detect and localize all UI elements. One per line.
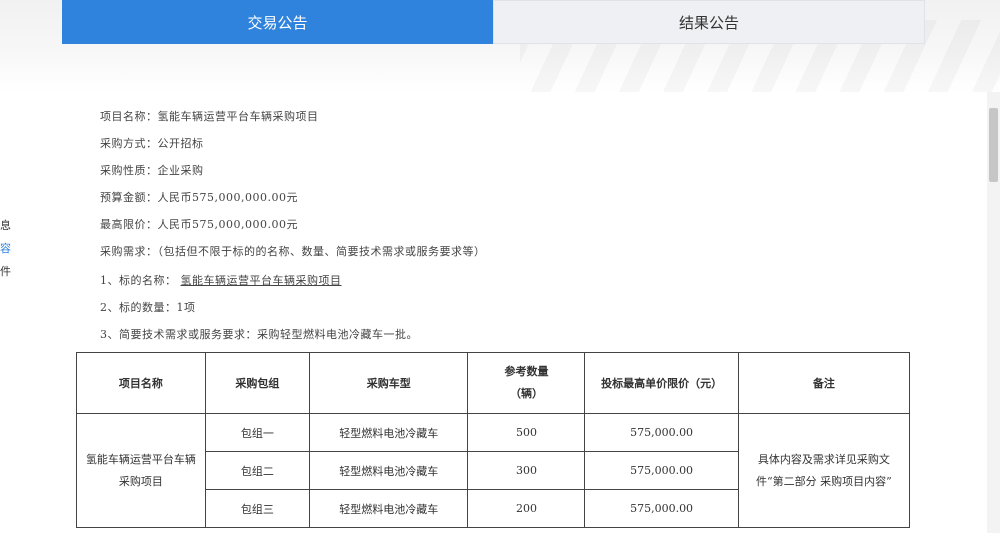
cell-price: 575,000.00	[584, 489, 739, 528]
side-nav-item-attachment[interactable]: 件	[0, 260, 14, 283]
header-quantity-line1: 参考数量	[504, 365, 549, 378]
header-remark: 备注	[737, 352, 911, 414]
table-row: 氢能车辆运营平台车辆采购项目 包组一 轻型燃料电池冷藏车 500 575,000…	[76, 413, 911, 528]
announcement-content: 项目名称：氢能车辆运营平台车辆采购项目 采购方式：公开招标 采购性质：企业采购 …	[62, 92, 925, 533]
budget-line: 预算金额：人民币575,000,000.00元	[100, 191, 298, 204]
item-1-prefix: 1、标的名称：	[100, 274, 177, 287]
cell-vehicle: 轻型燃料电池冷藏车	[308, 489, 469, 528]
cell-quantity: 300	[467, 451, 586, 490]
side-nav-item-info[interactable]: 息	[0, 214, 14, 237]
header-quantity-line2: （辆）	[509, 387, 543, 400]
cell-project-name: 氢能车辆运营平台车辆采购项目	[76, 413, 206, 528]
item-1-value: 氢能车辆运营平台车辆采购项目	[180, 274, 342, 287]
side-nav: 息 容 件	[0, 214, 14, 283]
cell-package: 包组三	[204, 489, 310, 528]
vertical-scrollbar[interactable]	[987, 92, 1000, 533]
table-header-row: 项目名称 采购包组 采购车型 参考数量 （辆） 投标最高单价限价（元） 备注	[76, 352, 911, 414]
header-vehicle-model: 采购车型	[308, 352, 469, 414]
side-nav-item-content[interactable]: 容	[0, 237, 14, 260]
tab-result-announcement[interactable]: 结果公告	[493, 0, 925, 44]
cell-package: 包组二	[204, 451, 310, 490]
scrollbar-thumb[interactable]	[989, 108, 998, 182]
item-3-line: 3、简要技术需求或服务要求：采购轻型燃料电池冷藏车一批。	[100, 328, 418, 341]
procurement-method-line: 采购方式：公开招标	[100, 137, 204, 150]
cell-vehicle: 轻型燃料电池冷藏车	[308, 413, 469, 452]
procurement-table: 项目名称 采购包组 采购车型 参考数量 （辆） 投标最高单价限价（元） 备注 氢…	[76, 352, 911, 528]
header-max-unit-price: 投标最高单价限价（元）	[584, 352, 739, 414]
header-project-name: 项目名称	[76, 352, 206, 414]
header-quantity: 参考数量 （辆）	[467, 352, 586, 414]
cell-package: 包组一	[204, 413, 310, 452]
item-2-line: 2、标的数量：1项	[100, 301, 196, 314]
procurement-nature-line: 采购性质：企业采购	[100, 164, 204, 177]
cell-quantity: 200	[467, 489, 586, 528]
item-1-line: 1、标的名称： 氢能车辆运营平台车辆采购项目	[100, 272, 342, 288]
cell-price: 575,000.00	[584, 451, 739, 490]
announcement-tabs: 交易公告 结果公告	[62, 0, 925, 44]
tab-trade-announcement[interactable]: 交易公告	[62, 0, 493, 44]
project-name-line: 项目名称：氢能车辆运营平台车辆采购项目	[100, 110, 319, 123]
max-price-line: 最高限价：人民币575,000,000.00元	[100, 218, 298, 231]
requirements-line: 采购需求：（包括但不限于标的的名称、数量、简要技术需求或服务要求等）	[100, 245, 486, 258]
cell-remark: 具体内容及需求详见采购文件“第二部分 采购项目内容”	[737, 413, 911, 528]
cell-price: 575,000.00	[584, 413, 739, 452]
cell-quantity: 500	[467, 413, 586, 452]
header-package: 采购包组	[204, 352, 310, 414]
cell-vehicle: 轻型燃料电池冷藏车	[308, 451, 469, 490]
